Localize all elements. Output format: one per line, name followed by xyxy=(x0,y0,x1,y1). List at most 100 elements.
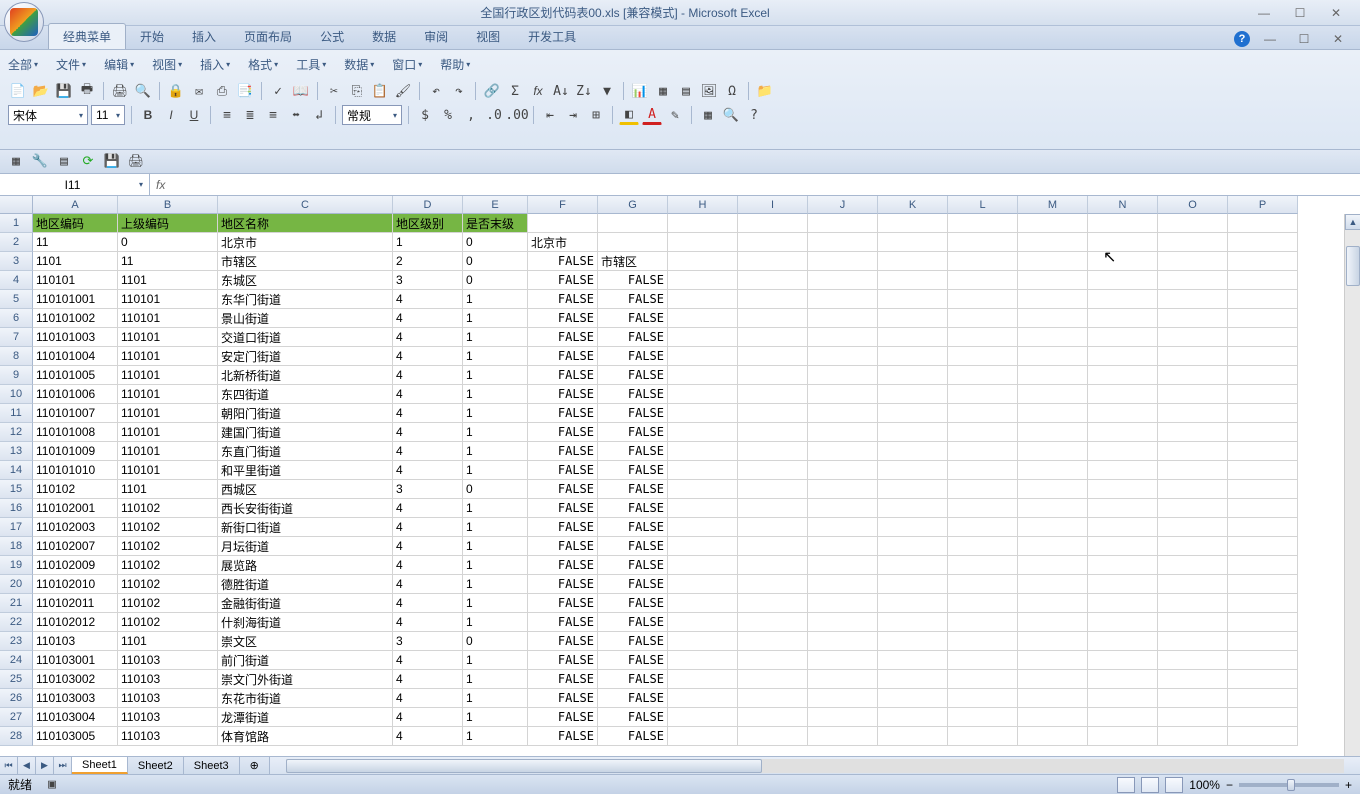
qat-print-icon[interactable]: 🖨 xyxy=(126,152,146,172)
highlight-icon[interactable]: ✎ xyxy=(665,105,685,125)
cell[interactable]: FALSE xyxy=(528,556,598,575)
cell[interactable]: 东四街道 xyxy=(218,385,393,404)
cell[interactable]: 110102 xyxy=(33,480,118,499)
cell[interactable] xyxy=(878,404,948,423)
cell[interactable]: 110102 xyxy=(118,499,218,518)
cell[interactable] xyxy=(668,537,738,556)
cell[interactable] xyxy=(878,290,948,309)
cell[interactable]: 11 xyxy=(33,233,118,252)
cell[interactable] xyxy=(668,613,738,632)
name-box[interactable]: I11 ▾ xyxy=(0,174,150,195)
cell[interactable] xyxy=(948,423,1018,442)
cell[interactable]: 4 xyxy=(393,328,463,347)
cell[interactable] xyxy=(878,727,948,746)
cell[interactable]: 龙潭街道 xyxy=(218,708,393,727)
cell[interactable] xyxy=(1228,347,1298,366)
cell[interactable]: 110101 xyxy=(118,385,218,404)
table-icon[interactable]: ▤ xyxy=(676,81,696,101)
cell[interactable]: FALSE xyxy=(598,537,668,556)
cell[interactable]: 110103 xyxy=(33,632,118,651)
cell[interactable]: 110101008 xyxy=(33,423,118,442)
cell[interactable]: FALSE xyxy=(528,461,598,480)
cell[interactable]: FALSE xyxy=(528,518,598,537)
cell[interactable] xyxy=(808,575,878,594)
row-header[interactable]: 15 xyxy=(0,480,33,499)
column-header[interactable]: B xyxy=(118,196,218,214)
cell[interactable] xyxy=(1158,309,1228,328)
cell[interactable]: 110101005 xyxy=(33,366,118,385)
paste-icon[interactable]: 📋 xyxy=(370,81,390,101)
row-header[interactable]: 5 xyxy=(0,290,33,309)
sort-asc-icon[interactable]: A↓ xyxy=(551,81,571,101)
align-left-icon[interactable]: ≡ xyxy=(217,105,237,125)
cell[interactable] xyxy=(1018,727,1088,746)
cell[interactable]: 4 xyxy=(393,556,463,575)
cell[interactable] xyxy=(1158,594,1228,613)
cell[interactable]: 110101 xyxy=(118,290,218,309)
cell[interactable] xyxy=(1228,575,1298,594)
cell[interactable]: 1 xyxy=(463,518,528,537)
find-icon[interactable]: 🔍 xyxy=(721,105,741,125)
select-all-corner[interactable] xyxy=(0,196,33,214)
ribbon-close-button[interactable]: ✕ xyxy=(1324,30,1352,48)
cell[interactable] xyxy=(1018,670,1088,689)
cell[interactable]: 北新桥街道 xyxy=(218,366,393,385)
ribbon-menu-6[interactable]: 工具▾ xyxy=(296,56,326,73)
cell[interactable]: FALSE xyxy=(598,651,668,670)
cell[interactable] xyxy=(1228,328,1298,347)
cell[interactable] xyxy=(808,309,878,328)
cell[interactable]: FALSE xyxy=(528,366,598,385)
cell[interactable]: FALSE xyxy=(598,613,668,632)
cell[interactable]: 110101004 xyxy=(33,347,118,366)
cell[interactable]: 交道口街道 xyxy=(218,328,393,347)
tab-classic-menu[interactable]: 经典菜单 xyxy=(48,23,126,49)
cell[interactable] xyxy=(808,480,878,499)
cell[interactable] xyxy=(1018,328,1088,347)
minimize-button[interactable]: — xyxy=(1250,4,1278,22)
cell[interactable]: FALSE xyxy=(598,309,668,328)
cell[interactable] xyxy=(1158,347,1228,366)
cell[interactable]: FALSE xyxy=(528,727,598,746)
cell[interactable] xyxy=(1018,385,1088,404)
cell[interactable]: 1 xyxy=(463,575,528,594)
cell[interactable] xyxy=(1088,727,1158,746)
column-header[interactable]: A xyxy=(33,196,118,214)
column-header[interactable]: F xyxy=(528,196,598,214)
cell[interactable]: FALSE xyxy=(528,632,598,651)
cell[interactable] xyxy=(668,499,738,518)
cell[interactable] xyxy=(808,423,878,442)
cell[interactable] xyxy=(738,461,808,480)
cell[interactable] xyxy=(1158,461,1228,480)
cell[interactable] xyxy=(948,499,1018,518)
cell[interactable]: 是否末级 xyxy=(463,214,528,233)
cell[interactable] xyxy=(878,708,948,727)
tab-review[interactable]: 审阅 xyxy=(410,24,462,49)
cell[interactable] xyxy=(1018,290,1088,309)
cell[interactable] xyxy=(1018,632,1088,651)
cell[interactable] xyxy=(738,309,808,328)
cell[interactable] xyxy=(878,309,948,328)
cell[interactable] xyxy=(948,252,1018,271)
cell[interactable]: 110102 xyxy=(118,575,218,594)
cell[interactable] xyxy=(1018,461,1088,480)
tab-home[interactable]: 开始 xyxy=(126,24,178,49)
cell[interactable] xyxy=(738,233,808,252)
cell[interactable] xyxy=(948,518,1018,537)
column-header[interactable]: H xyxy=(668,196,738,214)
cell[interactable]: FALSE xyxy=(528,594,598,613)
cell[interactable]: 金融街街道 xyxy=(218,594,393,613)
cell[interactable] xyxy=(1088,347,1158,366)
chart-icon[interactable]: 📊 xyxy=(630,81,650,101)
cell[interactable]: FALSE xyxy=(598,594,668,613)
cell[interactable] xyxy=(1158,480,1228,499)
cell[interactable] xyxy=(668,670,738,689)
column-header[interactable]: M xyxy=(1018,196,1088,214)
cell[interactable] xyxy=(808,594,878,613)
sheet-nav-last-icon[interactable]: ⏭ xyxy=(54,757,72,774)
row-header[interactable]: 27 xyxy=(0,708,33,727)
cell[interactable] xyxy=(1228,632,1298,651)
cell[interactable] xyxy=(1088,271,1158,290)
cell[interactable] xyxy=(1018,480,1088,499)
tab-data[interactable]: 数据 xyxy=(358,24,410,49)
cell[interactable] xyxy=(738,670,808,689)
